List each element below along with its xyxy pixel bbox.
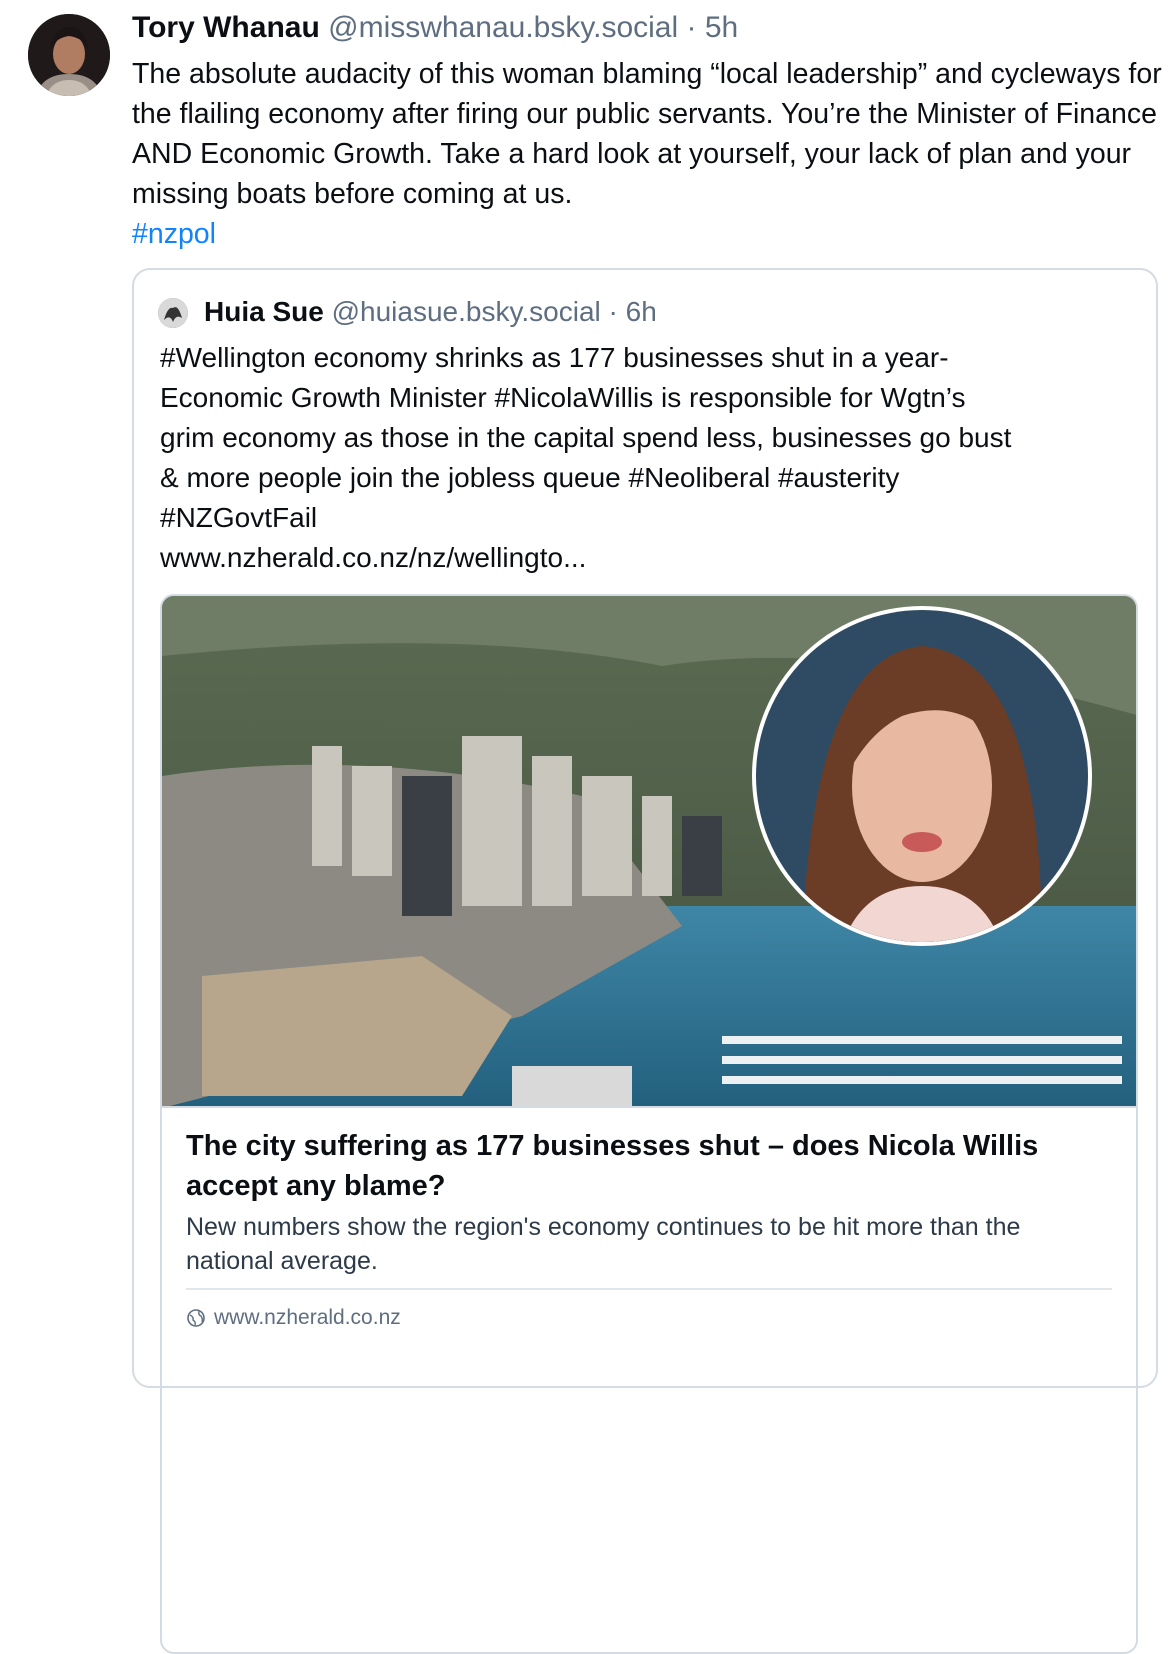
link-card-domain[interactable]: www.nzherald.co.nz xyxy=(186,1304,401,1332)
quoted-author-name[interactable]: Huia Sue xyxy=(204,296,324,327)
link-card-title[interactable]: The city suffering as 177 businesses shu… xyxy=(186,1126,1106,1206)
post-text: The absolute audacity of this woman blam… xyxy=(132,58,1162,210)
card-separator xyxy=(186,1288,1112,1290)
quoted-text-line: & more people join the jobless queue #Ne… xyxy=(160,462,900,493)
link-preview-card[interactable]: The city suffering as 177 businesses shu… xyxy=(160,594,1138,1654)
link-card-description: New numbers show the region's economy co… xyxy=(186,1213,1021,1275)
quoted-post-body: #Wellington economy shrinks as 177 busin… xyxy=(160,338,1150,578)
post-header: Tory Whanau @misswhanau.bsky.social · 5h xyxy=(132,10,738,46)
quoted-post-header: Huia Sue @huiasue.bsky.social · 6h xyxy=(204,294,657,330)
link-preview-image xyxy=(162,596,1136,1108)
post-timestamp[interactable]: 5h xyxy=(705,11,738,44)
card-divider xyxy=(162,1106,1136,1108)
quoted-link[interactable]: www.nzherald.co.nz/nz/wellingto... xyxy=(160,538,1150,578)
quoted-text-line: #Wellington economy shrinks as 177 busin… xyxy=(160,342,949,373)
separator-dot: · xyxy=(608,296,618,327)
separator-dot: · xyxy=(686,11,697,44)
post-body: The absolute audacity of this woman blam… xyxy=(132,54,1162,254)
author-avatar[interactable] xyxy=(28,14,110,96)
quoted-author-avatar[interactable] xyxy=(158,298,188,328)
author-name[interactable]: Tory Whanau xyxy=(132,11,320,44)
link-card-domain-text: www.nzherald.co.nz xyxy=(214,1306,401,1329)
quoted-post-timestamp[interactable]: 6h xyxy=(626,296,657,327)
quoted-author-handle[interactable]: @huiasue.bsky.social xyxy=(332,296,601,327)
quoted-text-line: Economic Growth Minister #NicolaWillis i… xyxy=(160,382,966,413)
quoted-post[interactable]: Huia Sue @huiasue.bsky.social · 6h #Well… xyxy=(132,268,1158,1654)
author-handle[interactable]: @misswhanau.bsky.social xyxy=(328,11,678,44)
quoted-text-line: #NZGovtFail xyxy=(160,502,318,533)
globe-icon xyxy=(187,1309,205,1327)
hashtag-link[interactable]: #nzpol xyxy=(132,218,216,250)
quoted-text-line: grim economy as those in the capital spe… xyxy=(160,422,1012,453)
